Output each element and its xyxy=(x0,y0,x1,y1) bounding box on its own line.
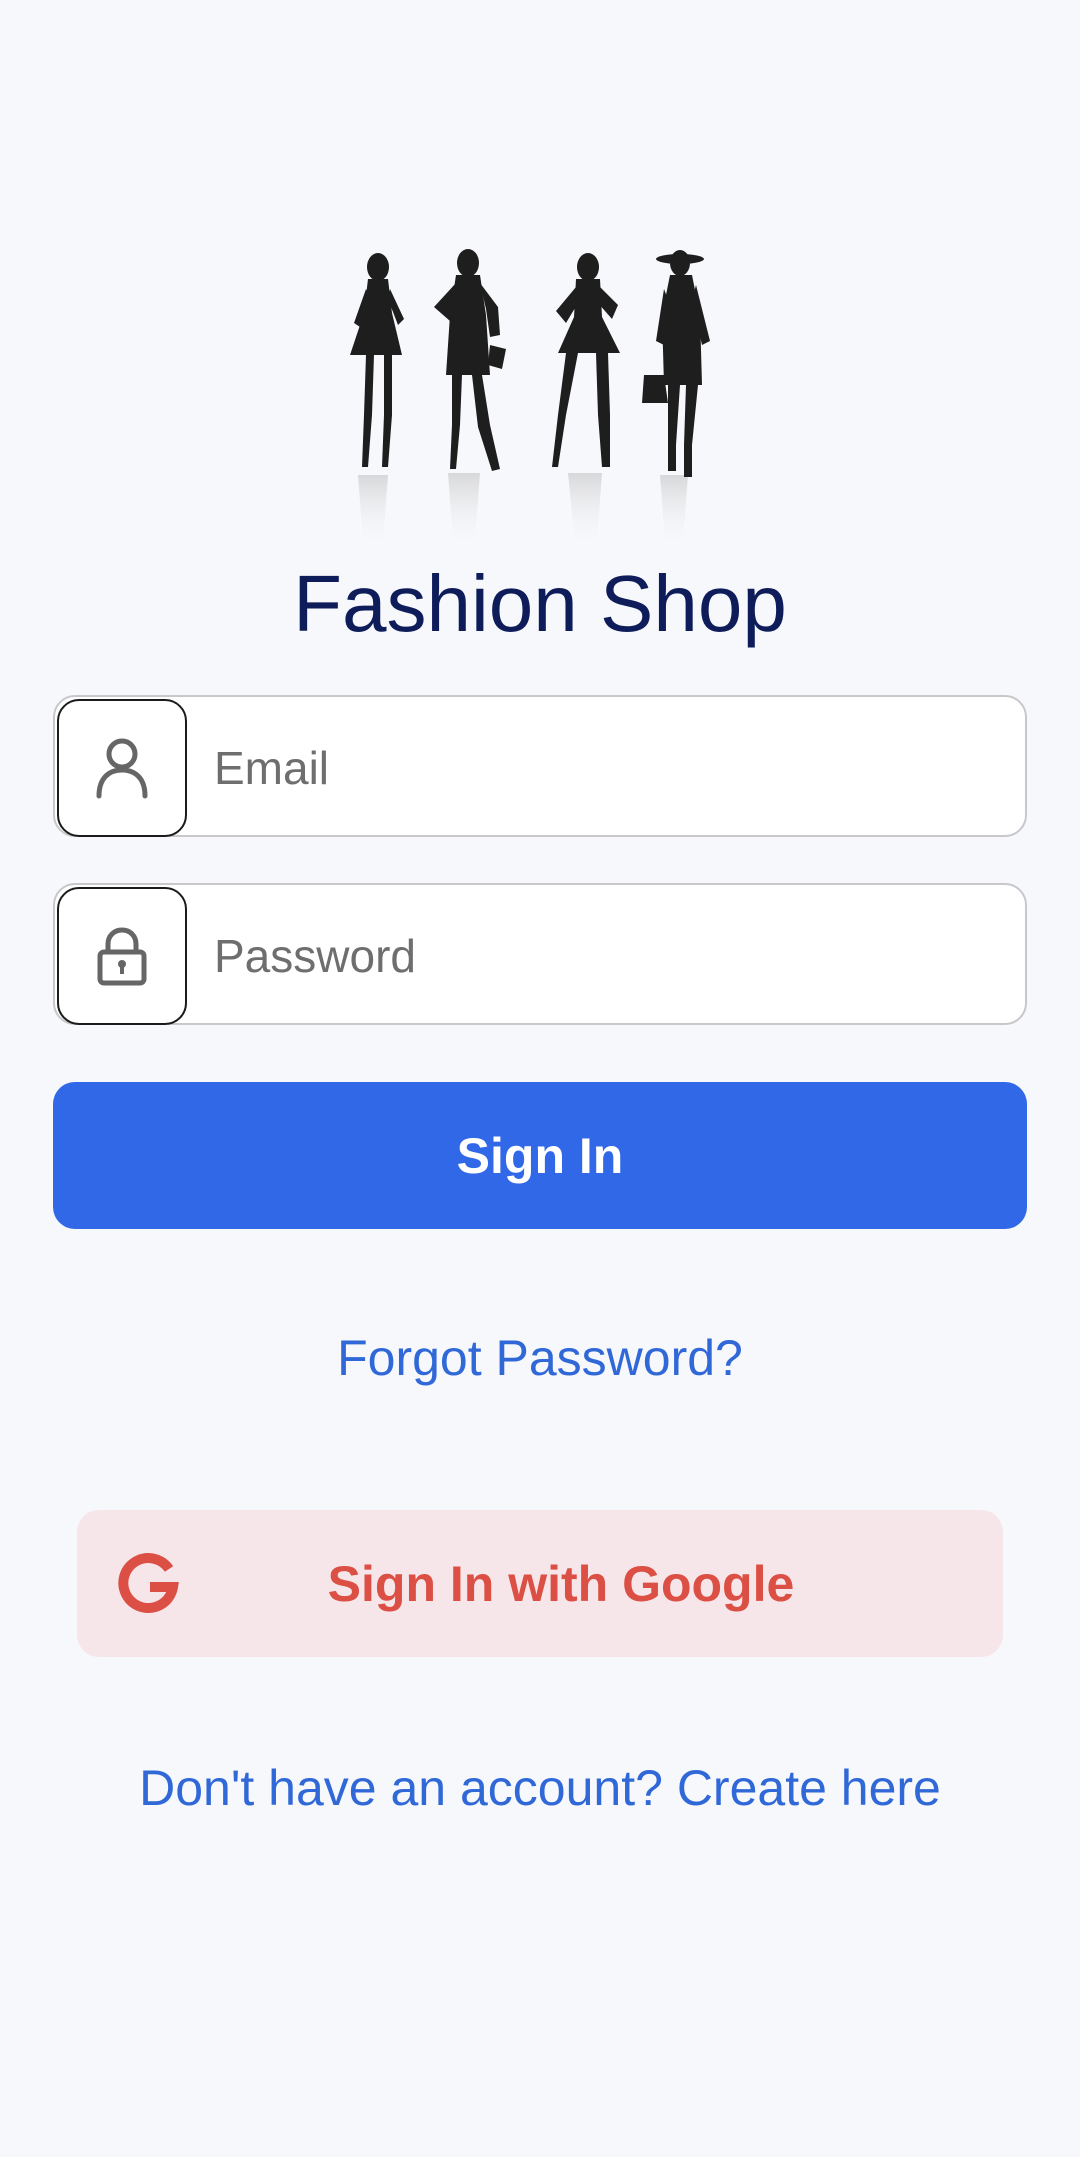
password-input[interactable] xyxy=(212,905,996,1007)
email-input[interactable] xyxy=(212,717,996,819)
email-field[interactable] xyxy=(53,695,1027,837)
app-title: Fashion Shop xyxy=(293,559,787,648)
forgot-password-link[interactable]: Forgot Password? xyxy=(0,1328,1080,1388)
email-icon-box xyxy=(57,699,187,837)
google-sign-in-label: Sign In with Google xyxy=(327,1555,795,1612)
person-icon xyxy=(96,738,148,799)
password-field[interactable] xyxy=(53,883,1027,1025)
password-icon-box xyxy=(57,887,187,1025)
fashion-silhouettes-logo xyxy=(350,249,710,555)
create-account-link[interactable]: Don't have an account? Create here xyxy=(0,1758,1080,1818)
google-sign-in-button[interactable]: Sign In with Google xyxy=(77,1510,1003,1657)
sign-in-label: Sign In xyxy=(456,1127,624,1184)
sign-in-button[interactable]: Sign In xyxy=(53,1082,1027,1229)
lock-icon xyxy=(97,927,147,986)
